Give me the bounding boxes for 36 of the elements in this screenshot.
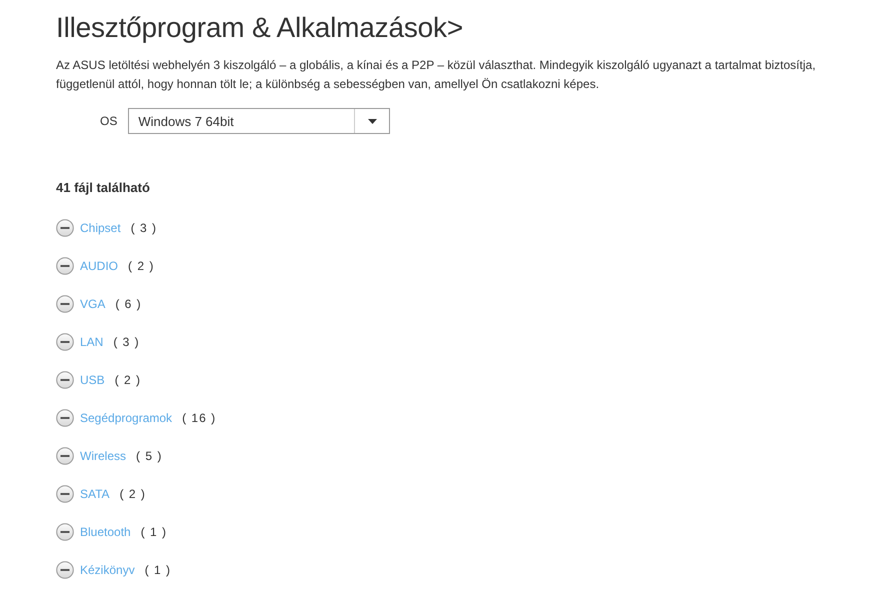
category-link[interactable]: Segédprogramok — [80, 411, 172, 425]
collapse-button[interactable] — [56, 333, 74, 351]
intro-text: Az ASUS letöltési webhelyén 3 kiszolgáló – a globális, a kínai és a P2P – közül választhat. Mindegyik kiszolgáló ugyanazt a tartalmat biztosítja, függetlenül attól, hogy honnan tölt le; a különbség a sebességben van, amellyel Ön csatlakozni képes. — [56, 57, 817, 93]
category-link[interactable]: Kézikönyv — [80, 563, 135, 577]
category-count: ( 3 ) — [130, 221, 158, 235]
category-link[interactable]: Chipset — [80, 221, 121, 235]
category-link[interactable]: Wireless — [80, 449, 126, 463]
category-count: ( 16 ) — [182, 411, 216, 425]
category-link[interactable]: AUDIO — [80, 259, 118, 273]
category-count: ( 1 ) — [144, 563, 172, 577]
category-count: ( 2 ) — [128, 259, 154, 273]
collapse-button[interactable] — [56, 257, 74, 275]
category-count: ( 1 ) — [140, 525, 168, 539]
collapse-button[interactable] — [56, 409, 74, 427]
collapse-button[interactable] — [56, 295, 74, 313]
collapse-button[interactable] — [56, 485, 74, 503]
caret-icon — [368, 118, 377, 124]
category-count: ( 3 ) — [113, 335, 140, 349]
collapse-button[interactable] — [56, 523, 74, 541]
category-link[interactable]: VGA — [80, 297, 106, 311]
category-count: ( 6 ) — [115, 297, 142, 311]
page-title: Illesztőprogram & Alkalmazások> — [56, 12, 464, 44]
os-dropdown[interactable]: Windows 7 64bit — [128, 108, 390, 134]
file-count: 41 fájl található — [56, 180, 151, 195]
category-link[interactable]: USB — [80, 373, 105, 387]
category-link[interactable]: SATA — [80, 487, 110, 501]
collapse-button[interactable] — [56, 561, 74, 579]
category-count: ( 5 ) — [136, 449, 162, 463]
category-link[interactable]: LAN — [80, 335, 104, 349]
collapse-button[interactable] — [56, 219, 74, 237]
category-count: ( 2 ) — [120, 487, 146, 501]
os-label: OS — [100, 114, 118, 128]
category-link[interactable]: Bluetooth — [80, 525, 131, 539]
collapse-button[interactable] — [56, 371, 74, 389]
collapse-button[interactable] — [56, 447, 74, 465]
category-count: ( 2 ) — [114, 373, 142, 387]
